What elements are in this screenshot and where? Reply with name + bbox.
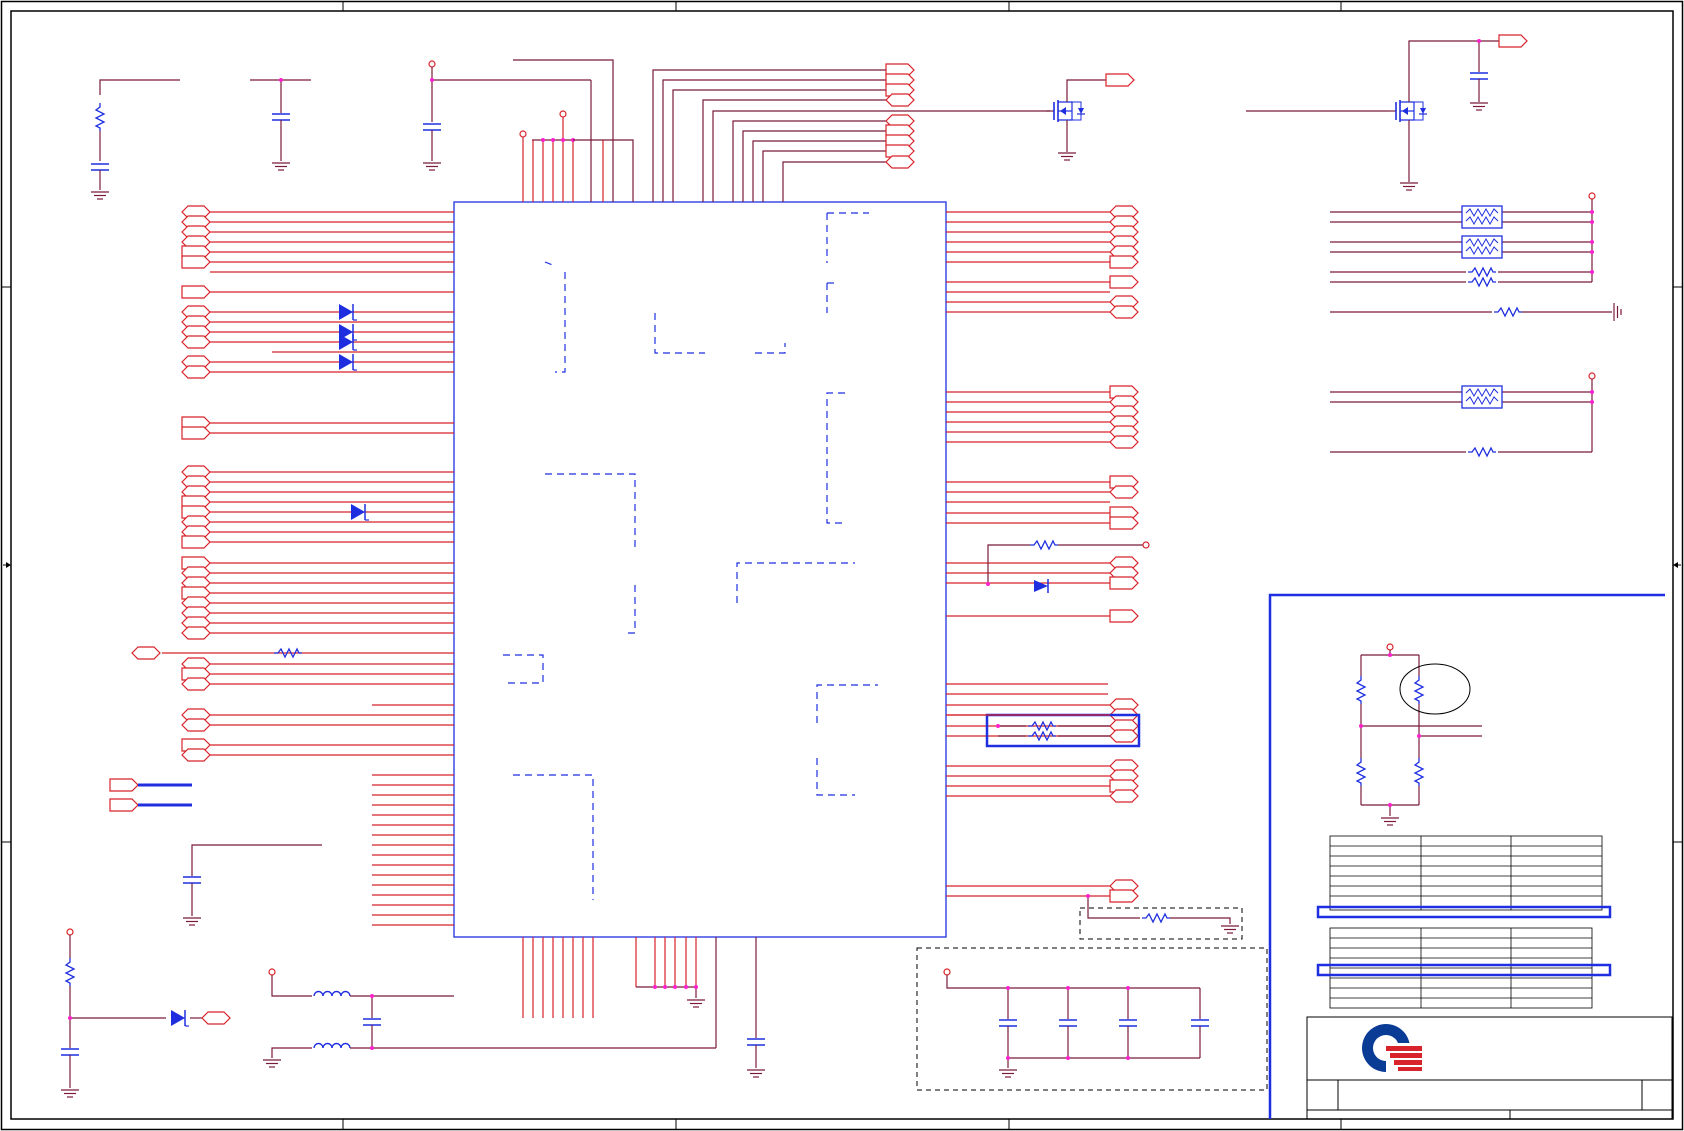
right-net-ports[interactable] [1109, 205, 1139, 903]
schematic-sheet [0, 0, 1684, 1131]
company-logo [1362, 1024, 1422, 1073]
title-block [1306, 1016, 1673, 1120]
top-pin-wires [513, 59, 1050, 202]
ic-internal-groups [503, 212, 878, 900]
notes-panel [1268, 593, 1665, 1119]
right-pin-wires [946, 211, 1110, 897]
mosfet-q1[interactable] [1045, 73, 1135, 161]
highlight-resistor-pair[interactable] [946, 713, 1141, 748]
top-net-ports[interactable] [885, 63, 915, 169]
bottom-inductors[interactable] [262, 937, 717, 1068]
resistor-networks[interactable] [1330, 192, 1622, 457]
drawing-frame [0, 0, 1684, 1131]
left-top-rc[interactable] [90, 60, 592, 202]
dashed-resistor-block[interactable] [1079, 894, 1243, 940]
bottom-left-rcd[interactable] [60, 928, 231, 1098]
bottom-pin-wires [522, 937, 766, 1078]
esd-diode-array[interactable] [338, 303, 370, 521]
blue-bus-lines [138, 783, 192, 807]
mosfet-q2[interactable] [1246, 34, 1528, 191]
left-cap-845[interactable] [182, 844, 322, 926]
decoupling-cap-block[interactable] [916, 947, 1268, 1091]
left-net-ports[interactable] [109, 205, 211, 812]
main-ic-body[interactable] [453, 201, 947, 938]
